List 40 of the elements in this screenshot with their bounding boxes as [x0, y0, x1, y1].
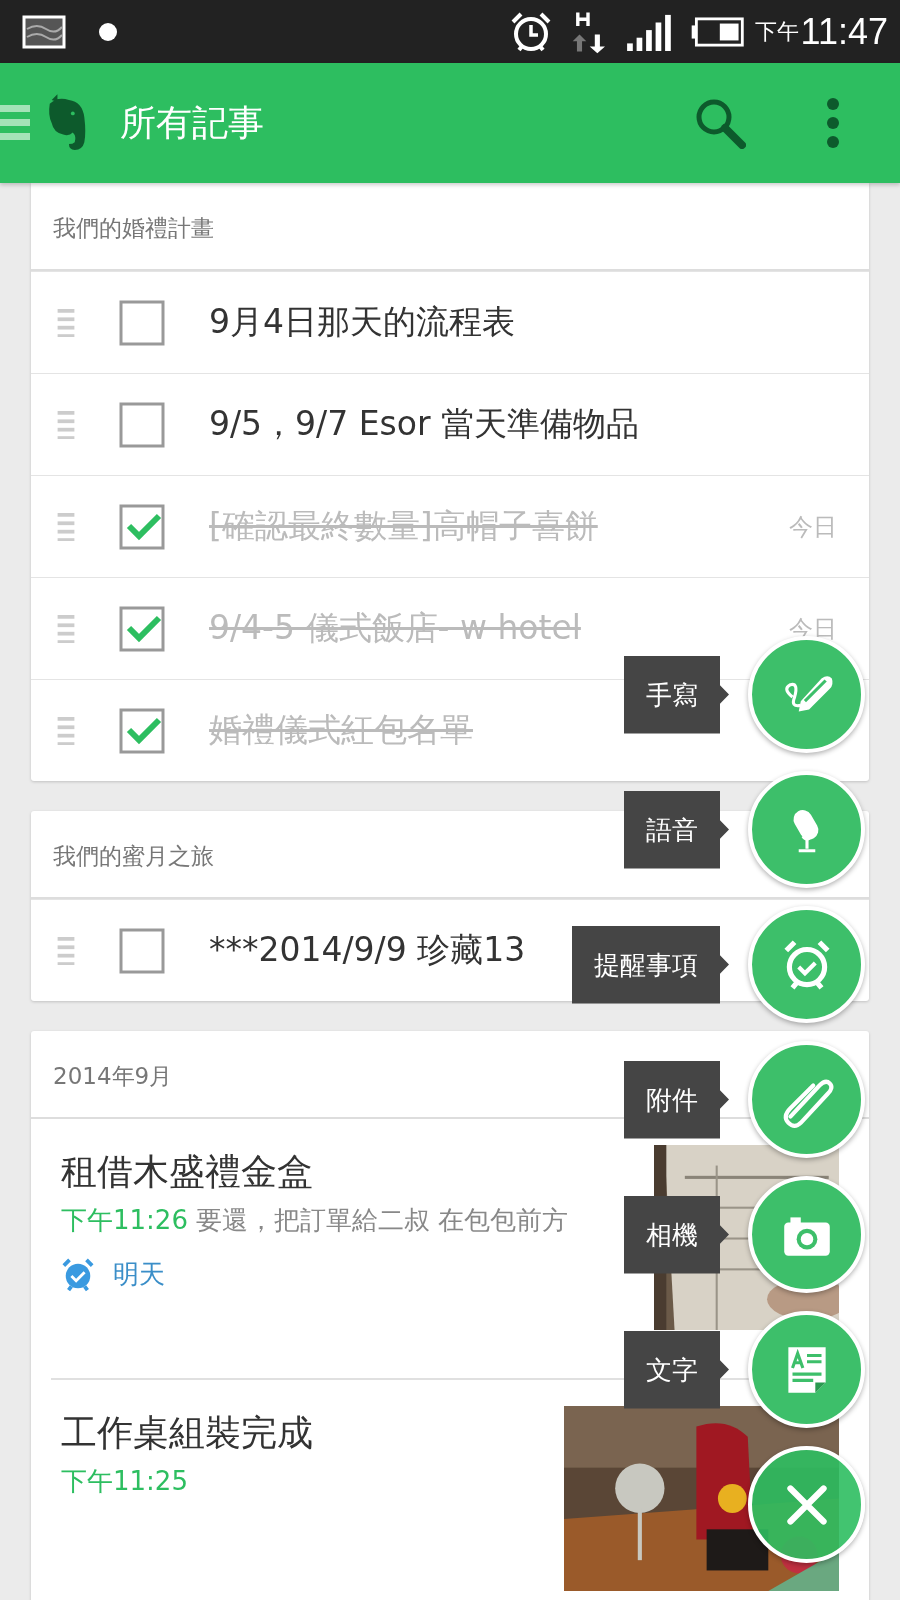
screen-title: 所有記事 — [120, 100, 264, 145]
note-snippet: 下午11:25 — [61, 1465, 189, 1498]
drag-handle-icon[interactable] — [57, 512, 75, 541]
note-title: 工作桌組裝完成 — [61, 1411, 314, 1455]
alarm-clock-icon — [61, 1257, 95, 1292]
checklist-item-text: 9/4-5 儀式飯店- w hotel — [209, 607, 581, 649]
action-label: 手寫 — [624, 655, 729, 734]
reminder-date: 明天 — [113, 1258, 165, 1291]
checkbox[interactable] — [119, 927, 165, 974]
checklist-item-text: 9月4日那天的流程表 — [209, 301, 515, 343]
notification-dot-icon — [98, 21, 118, 42]
action-label: 附件 — [624, 1060, 729, 1139]
checkbox[interactable] — [119, 503, 165, 550]
search-icon[interactable] — [694, 97, 746, 149]
more-options-icon[interactable] — [826, 97, 840, 149]
checklist-item-text: [確認最終數量]高帽子喜餅 — [209, 505, 598, 547]
action-label: 提醒事項 — [572, 925, 729, 1004]
checklist-item-text: 婚禮儀式紅包名單 — [209, 709, 473, 751]
note-snippet: 下午11:26 要還，把訂單給二叔 在包包前方 — [61, 1204, 570, 1237]
checklist-item-text: ***2014/9/9 珍藏13 — [209, 929, 526, 971]
drag-handle-icon[interactable] — [57, 716, 75, 745]
note-title: 租借木盛禮金盒 — [61, 1150, 314, 1194]
drag-handle-icon[interactable] — [57, 410, 75, 439]
drag-handle-icon[interactable] — [57, 614, 75, 643]
image-icon — [22, 14, 66, 49]
item-date: 今日 — [789, 511, 837, 543]
drag-handle-icon[interactable] — [57, 308, 75, 337]
action-label: 文字 — [624, 1330, 729, 1409]
clock-period: 下午 — [754, 17, 799, 46]
checkbox[interactable] — [119, 299, 165, 346]
action-label: 語音 — [624, 790, 729, 869]
signal-icon — [624, 12, 671, 51]
clock-time: 11:47 — [800, 10, 888, 53]
checklist-item-text: 9/5，9/7 Esor 當天準備物品 — [209, 403, 639, 445]
drag-handle-icon[interactable] — [57, 936, 75, 965]
action-label: 相機 — [624, 1195, 729, 1274]
checkbox[interactable] — [119, 605, 165, 652]
checkbox[interactable] — [119, 707, 165, 754]
section-heading: 我們的婚禮計畫 — [31, 183, 869, 271]
checkbox[interactable] — [119, 401, 165, 448]
